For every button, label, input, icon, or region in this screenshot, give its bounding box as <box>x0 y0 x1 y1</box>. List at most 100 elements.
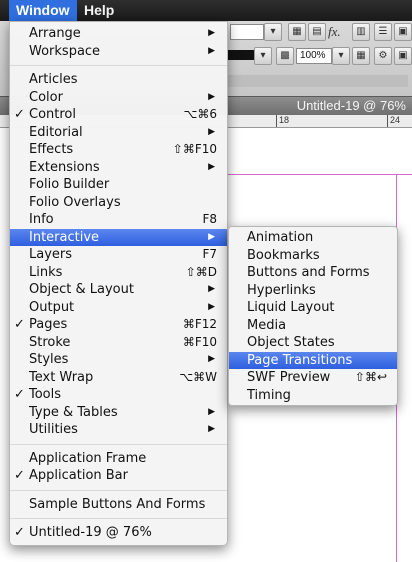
menu-item-label: Untitled-19 @ 76% <box>29 525 152 540</box>
stroke-swatch[interactable] <box>228 50 254 60</box>
menu-item-sample-buttons-and-forms[interactable]: Sample Buttons And Forms <box>10 496 227 514</box>
menu-item-label: Animation <box>247 230 314 245</box>
ruler-label: 24 <box>390 115 401 125</box>
submenu-arrow-icon: ▶ <box>208 284 215 294</box>
menu-item-label: Links <box>29 264 63 280</box>
menu-item-media[interactable]: Media <box>229 317 397 335</box>
menu-item-folio-builder[interactable]: Folio Builder <box>10 176 227 194</box>
panel-grid-icon[interactable]: ▥ <box>352 23 370 41</box>
submenu-arrow-icon: ▶ <box>208 406 215 417</box>
menu-item-control[interactable]: ✓ Control ⌥⌘6 <box>10 106 227 124</box>
menu-item-label: Text Wrap <box>29 369 94 385</box>
menu-item-styles[interactable]: Styles ▶ <box>10 351 227 369</box>
submenu-arrow-icon: ▶ <box>208 126 215 137</box>
menu-item-type-tables[interactable]: Type & Tables ▶ <box>10 404 227 422</box>
menu-item-interactive[interactable]: Interactive ▶ <box>10 228 227 246</box>
menu-item-buttons-and-forms[interactable]: Buttons and Forms <box>229 264 397 282</box>
menu-item-output[interactable]: Output ▶ <box>10 299 227 317</box>
menu-item-object-layout[interactable]: Object & Layout ▶ <box>10 281 227 299</box>
submenu-arrow-icon: ▶ <box>208 91 215 102</box>
margin-guide-horizontal <box>228 174 412 175</box>
menu-item-animation[interactable]: Animation <box>229 229 397 247</box>
menubar-help[interactable]: Help <box>77 0 121 21</box>
menu-shortcut: ⌘F10 <box>182 334 217 349</box>
zoom-dropdown-icon[interactable]: ▾ <box>332 47 350 65</box>
menu-item-swf-preview[interactable]: SWF Preview ⇧⌘↩ <box>229 369 397 387</box>
submenu-arrow-icon: ▶ <box>208 161 215 172</box>
menu-item-label: Media <box>247 317 287 333</box>
fill-frame-icon[interactable]: ▣ <box>394 47 412 65</box>
document-title: Untitled-19 @ 76% <box>296 98 406 113</box>
menu-item-label: Workspace <box>29 43 101 59</box>
menu-shortcut: ⌥⌘6 <box>183 107 217 121</box>
checkmark-icon: ✓ <box>14 387 25 402</box>
menu-item-label: Editorial <box>29 124 83 140</box>
menu-item-tools[interactable]: ✓ Tools <box>10 386 227 404</box>
menu-item-label: Arrange <box>29 26 81 41</box>
menu-separator <box>10 443 227 445</box>
menu-item-color[interactable]: Color ▶ <box>10 89 227 107</box>
settings-icon[interactable]: ⚙ <box>374 47 392 65</box>
menu-item-arrange[interactable]: Arrange ▶ <box>10 25 227 43</box>
menu-item-label: Object States <box>247 335 335 350</box>
menu-item-label: Timing <box>247 387 291 403</box>
frame-fitting-icon[interactable]: ▦ <box>352 47 370 65</box>
panel-toggle-icon[interactable]: ▣ <box>394 23 412 41</box>
fx-icon[interactable]: fx. <box>328 24 341 40</box>
zoom-field[interactable]: 100% <box>296 48 332 64</box>
menu-item-application-frame[interactable]: Application Frame <box>10 450 227 468</box>
menu-item-label: Color <box>29 89 63 105</box>
menu-item-timing[interactable]: Timing <box>229 387 397 405</box>
menu-shortcut: ⇧⌘F10 <box>172 142 217 156</box>
menu-item-info[interactable]: Info F8 <box>10 211 227 229</box>
menu-item-text-wrap[interactable]: Text Wrap ⌥⌘W <box>10 369 227 387</box>
menu-item-label: Output <box>29 299 75 315</box>
menu-item-label: Articles <box>29 72 78 87</box>
checkmark-icon: ✓ <box>14 107 25 122</box>
dropdown-icon[interactable]: ▾ <box>264 23 282 41</box>
submenu-arrow-icon: ▶ <box>208 28 215 38</box>
opacity-icon[interactable]: ▩ <box>276 47 294 65</box>
menu-item-label: Page Transitions <box>247 352 353 368</box>
menubar-window[interactable]: Window <box>9 0 77 21</box>
stroke-weight-field[interactable] <box>230 24 264 40</box>
menu-item-application-bar[interactable]: ✓ Application Bar <box>10 467 227 485</box>
fill-swatch[interactable] <box>228 75 408 87</box>
checkmark-icon: ✓ <box>14 525 25 540</box>
menu-item-pages[interactable]: ✓ Pages ⌘F12 <box>10 316 227 334</box>
menubar: Window Help <box>0 0 412 21</box>
menu-item-label: Application Bar <box>29 468 128 483</box>
menu-item-object-states[interactable]: Object States <box>229 334 397 352</box>
menu-item-bookmarks[interactable]: Bookmarks <box>229 247 397 265</box>
menu-item-untitled-19-76[interactable]: ✓ Untitled-19 @ 76% <box>10 524 227 542</box>
menu-item-label: Extensions <box>29 159 100 175</box>
ruler-label: 18 <box>279 115 290 125</box>
menu-item-extensions[interactable]: Extensions ▶ <box>10 159 227 177</box>
checkmark-icon: ✓ <box>14 468 25 483</box>
menu-separator <box>10 518 227 519</box>
menu-item-utilities[interactable]: Utilities ▶ <box>10 421 227 439</box>
menu-shortcut: ⇧⌘↩ <box>354 370 387 384</box>
menu-shortcut: F7 <box>202 247 217 261</box>
menu-item-label: Stroke <box>29 334 71 350</box>
menu-item-label: Buttons and Forms <box>247 265 370 280</box>
menu-item-links[interactable]: Links ⇧⌘D <box>10 264 227 282</box>
menu-shortcut: F8 <box>202 212 217 226</box>
menu-item-stroke[interactable]: Stroke ⌘F10 <box>10 334 227 352</box>
menu-item-articles[interactable]: Articles <box>10 71 227 89</box>
panel-list-icon[interactable]: ☰ <box>374 23 392 41</box>
distribute-icon[interactable]: ▤ <box>308 23 326 41</box>
stroke-dropdown-icon[interactable]: ▾ <box>254 47 272 65</box>
menu-item-label: Folio Builder <box>29 177 110 192</box>
menu-item-workspace[interactable]: Workspace ▶ <box>10 43 227 61</box>
menu-item-editorial[interactable]: Editorial ▶ <box>10 124 227 142</box>
menu-item-label: Styles <box>29 352 69 367</box>
menu-item-layers[interactable]: Layers F7 <box>10 246 227 264</box>
menu-item-page-transitions[interactable]: Page Transitions <box>229 351 397 369</box>
menu-item-liquid-layout[interactable]: Liquid Layout <box>229 299 397 317</box>
align-icon[interactable]: ▦ <box>288 23 306 41</box>
menu-item-effects[interactable]: Effects ⇧⌘F10 <box>10 141 227 159</box>
menu-item-folio-overlays[interactable]: Folio Overlays <box>10 194 227 212</box>
menu-item-label: Tools <box>29 387 62 402</box>
menu-item-hyperlinks[interactable]: Hyperlinks <box>229 282 397 300</box>
